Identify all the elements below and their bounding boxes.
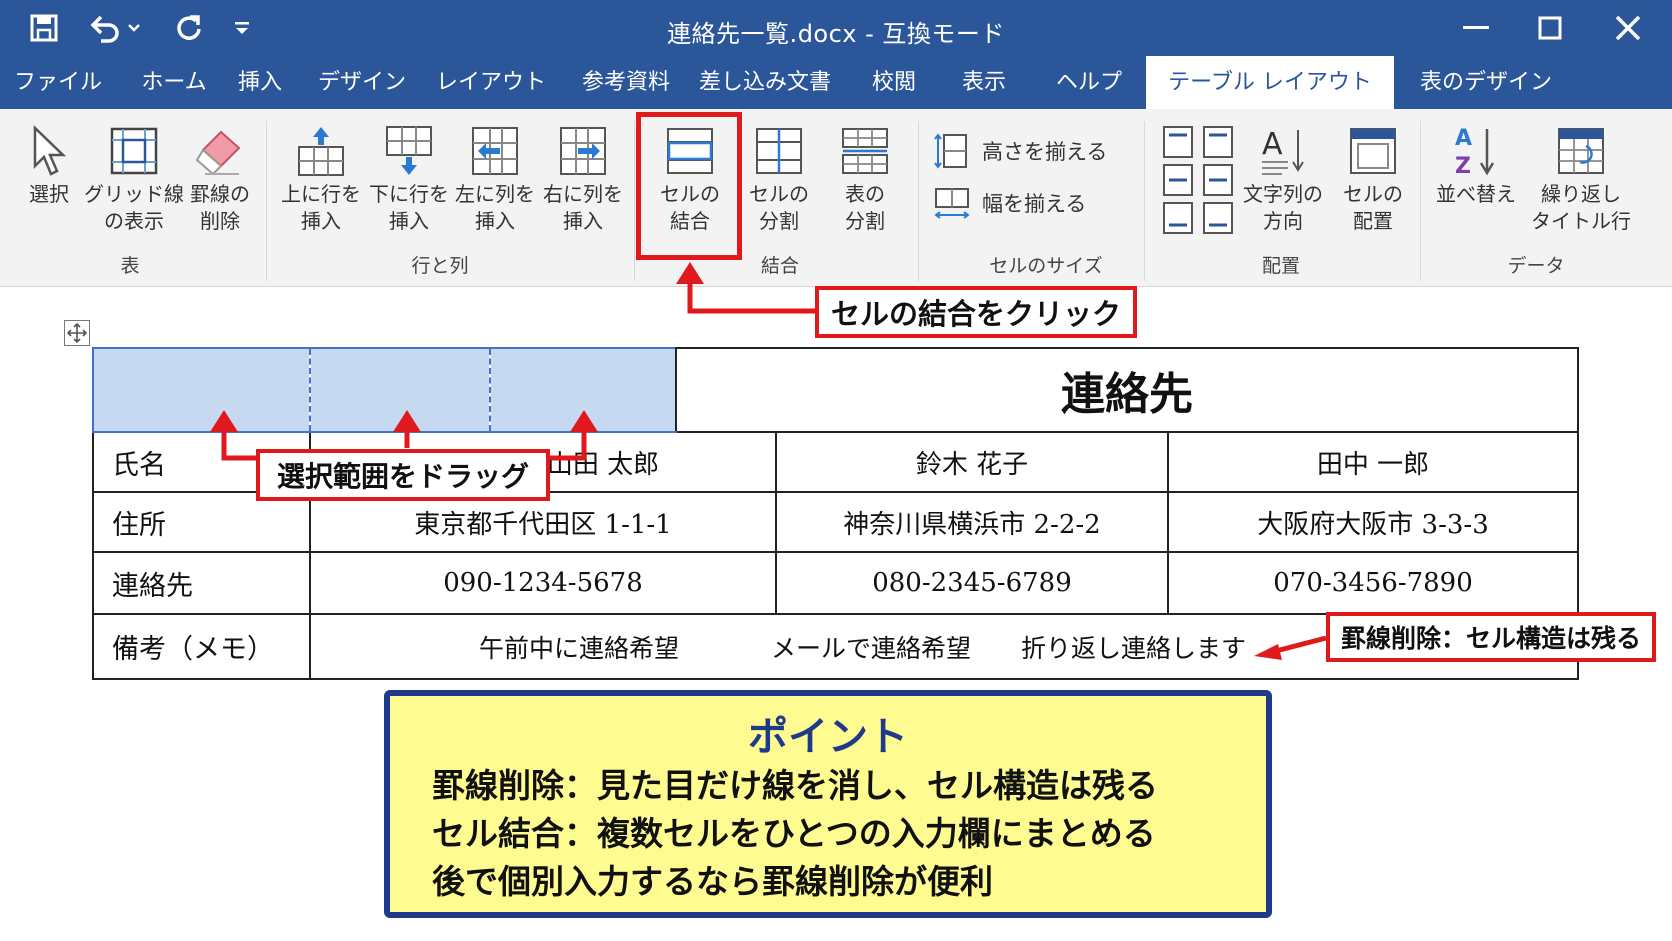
drag-arrow-left [221,430,258,461]
point-title: ポイント [748,714,908,760]
point-line: 罫線削除：見た目だけ線を消し、セル構造は残る [432,766,1158,805]
callout-eraser-note: 罫線削除：セル構造は残る [1326,612,1656,662]
drag-arrow-right [548,430,587,461]
point-box: ポイント 罫線削除：見た目だけ線を消し、セル構造は残る セル結合：複数セルをひと… [384,690,1272,918]
callout-merge-click: セルの結合をクリック [815,286,1137,338]
point-line: セル結合：複数セルをひとつの入力欄にまとめる [432,814,1156,853]
merge-arrow [687,282,818,314]
point-line: 後で個別入力するなら罫線削除が便利 [432,862,993,901]
eraser-arrow [1271,635,1327,655]
callout-drag-selection: 選択範囲をドラッグ [256,449,550,501]
